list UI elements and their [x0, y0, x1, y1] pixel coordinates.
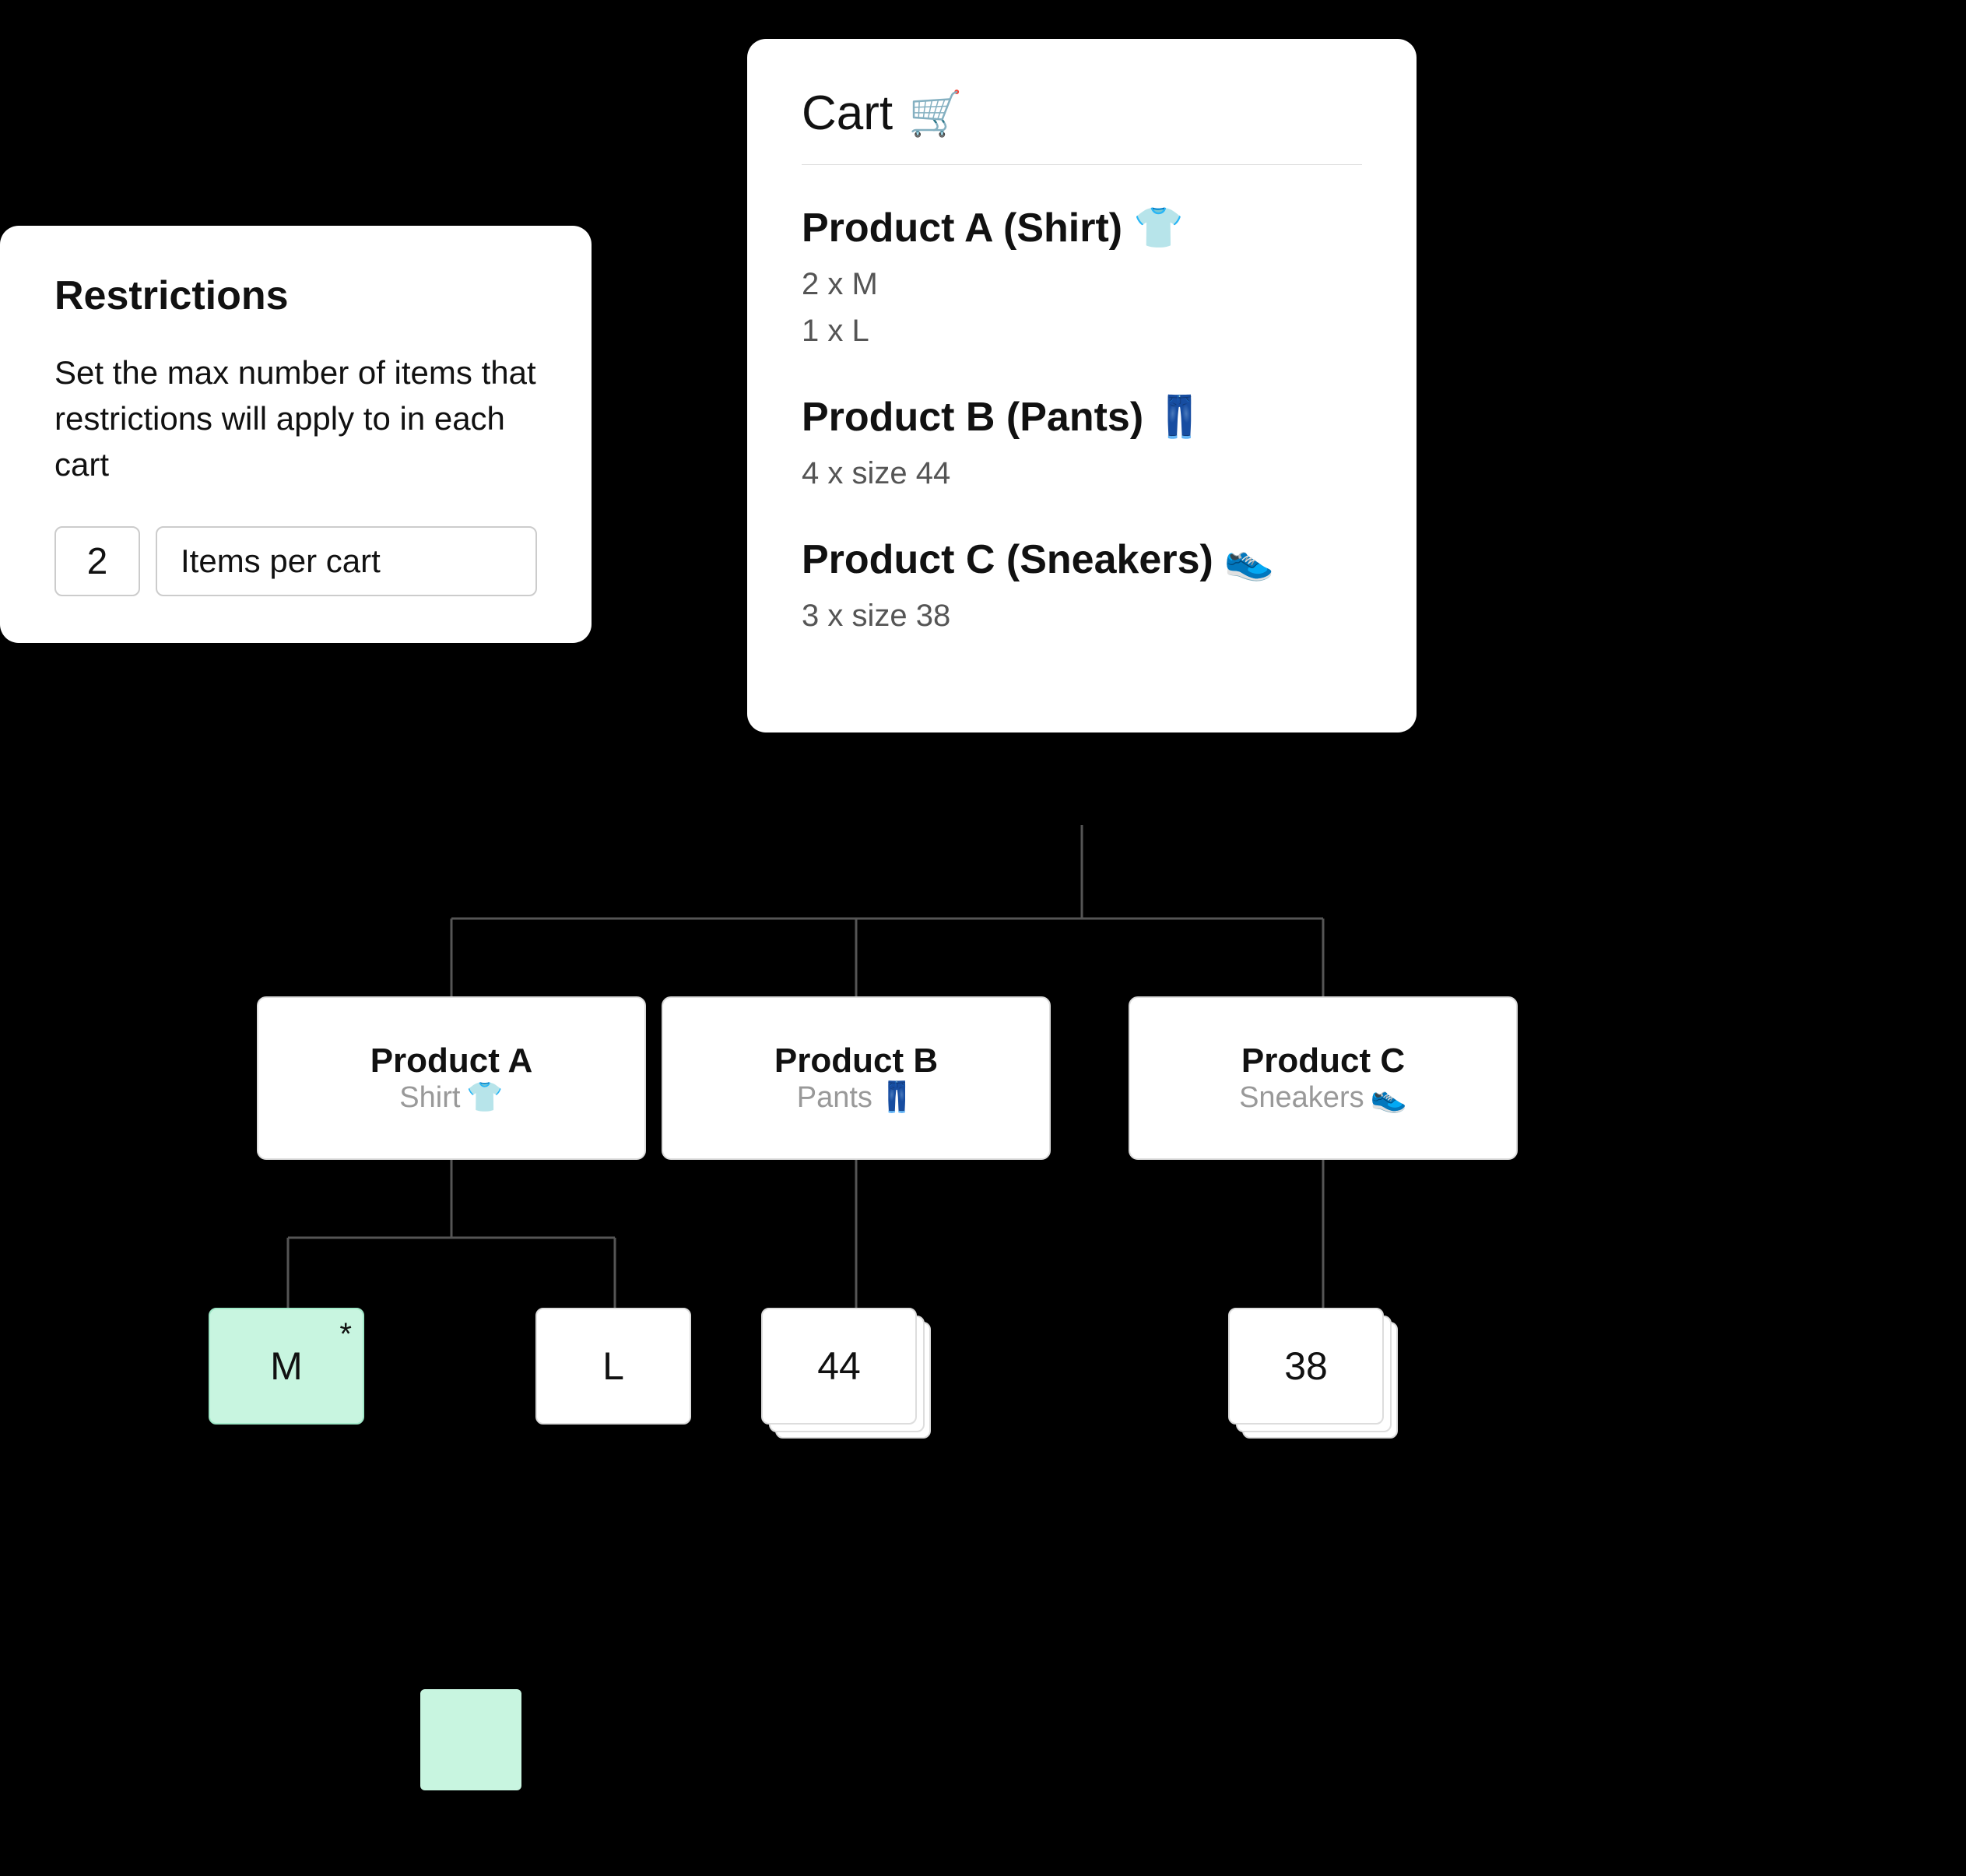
cart-divider	[802, 164, 1362, 165]
product-b-node[interactable]: Product B Pants 👖	[662, 996, 1051, 1160]
restrictions-description: Set the max number of items that restric…	[54, 350, 537, 487]
cart-product-c-detail-1: 3 x size 38	[802, 592, 1362, 639]
product-b-title: Product B	[774, 1042, 938, 1080]
cart-product-b-name: Product B (Pants) 👖	[802, 393, 1362, 441]
variant-l-label: L	[602, 1344, 624, 1389]
product-b-pants-icon: 👖	[879, 1080, 915, 1115]
variant-38-label[interactable]: 38	[1228, 1308, 1384, 1425]
cart-product-c-label: Product C (Sneakers)	[802, 536, 1213, 583]
cart-product-a-detail-2: 1 x L	[802, 307, 1362, 354]
variant-m-node[interactable]: M *	[209, 1308, 364, 1425]
product-c-node[interactable]: Product C Sneakers 👟	[1129, 996, 1518, 1160]
cart-product-c-name: Product C (Sneakers) 👟	[802, 536, 1362, 583]
product-a-subtitle: Shirt 👕	[399, 1080, 503, 1115]
product-a-subtitle-text: Shirt	[399, 1081, 460, 1115]
product-c-subtitle: Sneakers 👟	[1239, 1080, 1407, 1115]
cart-product-b-icon: 👖	[1154, 393, 1205, 441]
cart-product-b-detail-1: 4 x size 44	[802, 450, 1362, 497]
cart-product-a-name: Product A (Shirt) 👕	[802, 204, 1362, 251]
cart-card: Cart 🛒 Product A (Shirt) 👕 2 x M 1 x L P…	[747, 39, 1417, 732]
cart-product-b: Product B (Pants) 👖 4 x size 44	[802, 393, 1362, 497]
cart-product-a-detail-1: 2 x M	[802, 261, 1362, 307]
restrictions-title: Restrictions	[54, 272, 537, 319]
cart-icon: 🛒	[908, 88, 963, 139]
cart-product-c: Product C (Sneakers) 👟 3 x size 38	[802, 536, 1362, 639]
cart-product-c-icon: 👟	[1224, 536, 1275, 583]
cart-title: Cart	[802, 86, 893, 141]
variant-44-label[interactable]: 44	[761, 1308, 917, 1425]
variant-m-label: M	[270, 1344, 303, 1389]
product-b-subtitle-text: Pants	[797, 1081, 872, 1115]
green-legend-square	[420, 1689, 521, 1790]
product-c-title: Product C	[1241, 1042, 1405, 1080]
product-b-subtitle: Pants 👖	[797, 1080, 916, 1115]
variant-l-node[interactable]: L	[535, 1308, 691, 1425]
cart-header: Cart 🛒	[802, 86, 1362, 141]
restrictions-card: Restrictions Set the max number of items…	[0, 226, 592, 643]
restrictions-label: Items per cart	[156, 526, 537, 596]
product-a-node[interactable]: Product A Shirt 👕	[257, 996, 646, 1160]
cart-product-a-label: Product A (Shirt)	[802, 205, 1122, 251]
variant-asterisk: *	[339, 1317, 352, 1352]
product-c-sneakers-icon: 👟	[1371, 1080, 1407, 1115]
product-c-subtitle-text: Sneakers	[1239, 1081, 1364, 1115]
cart-product-a: Product A (Shirt) 👕 2 x M 1 x L	[802, 204, 1362, 354]
product-a-title: Product A	[370, 1042, 533, 1080]
cart-product-a-icon: 👕	[1133, 204, 1184, 251]
cart-product-b-label: Product B (Pants)	[802, 394, 1143, 441]
restrictions-number-input[interactable]: 2	[54, 526, 140, 596]
product-a-shirt-icon: 👕	[466, 1080, 503, 1115]
restrictions-input-row: 2 Items per cart	[54, 526, 537, 596]
